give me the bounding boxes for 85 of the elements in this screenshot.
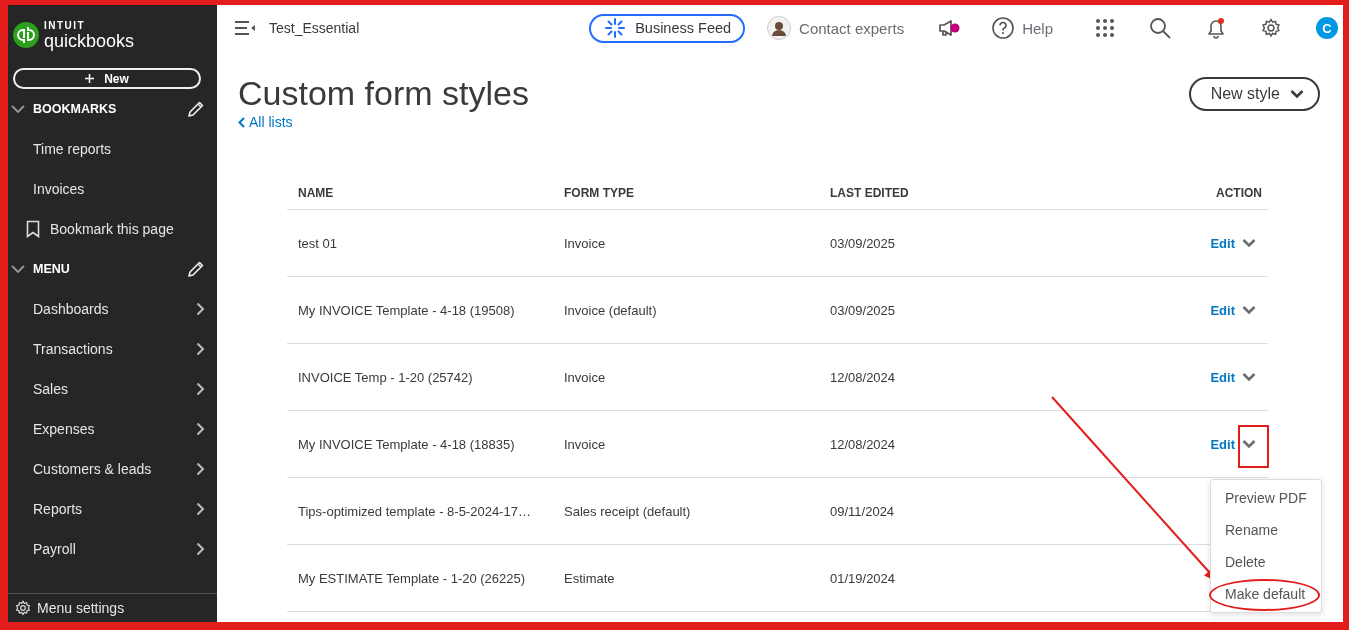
sidebar-item[interactable]: Time reports (8, 129, 217, 169)
sidebar-item[interactable]: Reports (8, 489, 217, 529)
column-header: FORM TYPE (564, 186, 635, 200)
chevron-right-icon (196, 342, 205, 356)
table-cell-text: Invoice (564, 235, 607, 251)
logo-icon (13, 22, 39, 48)
chevron-left-icon (238, 116, 245, 128)
sidebar-item[interactable]: Sales (8, 369, 217, 409)
menu-icon[interactable] (235, 21, 255, 35)
chevron-right-icon (196, 542, 205, 556)
help-icon (992, 17, 1015, 39)
new-button[interactable]: New (13, 68, 201, 89)
sidebar-item[interactable]: Customers & leads (8, 449, 217, 489)
table-cell-text: My ESTIMATE Template - 1-20 (26225) (298, 570, 527, 586)
sidebar-item[interactable]: Dashboards (8, 289, 217, 329)
table-cell-text: 03/09/2025 (830, 235, 897, 251)
table-cell-text: Invoice (default) (564, 302, 658, 318)
megaphone-icon[interactable] (938, 19, 961, 37)
chevron-right-icon (196, 502, 205, 516)
sidebar-item[interactable]: Transactions (8, 329, 217, 369)
table-cell-text: INVOICE Temp - 1-20 (25742) (298, 369, 474, 385)
table-cell-text: 12/08/2024 (830, 369, 897, 385)
gear-icon (15, 600, 31, 616)
edit-link[interactable]: Edit (1210, 436, 1235, 452)
chevron-right-icon (196, 382, 205, 396)
menu-item[interactable]: Rename (1211, 514, 1321, 546)
plus-icon (85, 74, 95, 83)
table-cell-text: My INVOICE Template - 4-18 (19508) (298, 302, 516, 318)
chevron-right-icon (196, 302, 205, 316)
chevron-down-icon (1290, 89, 1304, 99)
column-header: ACTION (1215, 186, 1262, 200)
brand-name: INTUIT (44, 20, 87, 31)
table-cell-text: Sales receipt (default) (564, 503, 692, 519)
menu-settings-link[interactable]: Menu settings (37, 600, 125, 616)
table-cell-text: 01/19/2024 (830, 570, 897, 586)
bookmark-icon (26, 220, 40, 238)
sidebar-item[interactable]: Payroll (8, 529, 217, 569)
settings-icon[interactable] (1261, 18, 1281, 38)
chevron-icon (11, 104, 25, 114)
page-title: Custom form styles (238, 73, 529, 113)
menu-item[interactable]: Preview PDF (1211, 482, 1321, 514)
chevron-down-icon[interactable] (1242, 439, 1256, 449)
chevron-icon (11, 264, 25, 274)
pencil-icon[interactable] (187, 260, 205, 278)
table-cell-text: Invoice (564, 436, 607, 452)
menu-item[interactable]: Delete (1211, 546, 1321, 578)
section-toggle[interactable]: BOOKMARKS (11, 102, 117, 116)
table-cell-text: My INVOICE Template - 4-18 (18835) (298, 436, 516, 452)
column-header: NAME (298, 186, 335, 200)
edit-link[interactable]: Edit (1210, 302, 1235, 318)
company-name: Test_Essential (269, 20, 360, 36)
business-feed-button[interactable]: Business Feed (589, 13, 746, 43)
table-cell-text: 12/08/2024 (830, 436, 897, 452)
sidebar-item[interactable]: Expenses (8, 409, 217, 449)
avatar-icon (767, 16, 792, 40)
sidebar-item[interactable]: Invoices (8, 169, 217, 209)
chevron-right-icon (196, 462, 205, 476)
chevron-down-icon[interactable] (1242, 372, 1256, 382)
table-cell-text: Estimate (564, 570, 616, 586)
section-title: MENU (33, 262, 70, 276)
table-cell-text: Invoice (564, 369, 607, 385)
table-cell-text: 09/11/2024 (830, 503, 896, 519)
menu-item[interactable]: Make default (1211, 578, 1321, 610)
sparkle-icon (605, 18, 626, 38)
chevron-down-icon[interactable] (1242, 305, 1256, 315)
section-toggle[interactable]: MENU (11, 262, 70, 276)
help-link[interactable]: Help (1022, 19, 1053, 37)
new-style-button[interactable]: New style (1188, 77, 1320, 111)
all-lists-link[interactable]: All lists (238, 113, 529, 131)
table-cell-text: 03/09/2025 (830, 302, 897, 318)
apps-grid-icon[interactable] (1096, 19, 1114, 37)
table-cell-text: test 01 (298, 235, 339, 251)
contact-experts-link[interactable]: Contact experts (799, 19, 905, 37)
product-name: quickbooks (44, 31, 135, 50)
pencil-icon[interactable] (187, 100, 205, 118)
search-icon[interactable] (1149, 17, 1171, 39)
table-cell-text: Tips-optimized template - 8-5-2024-17… (298, 503, 532, 519)
edit-link[interactable]: Edit (1210, 235, 1235, 251)
bell-icon[interactable] (1205, 17, 1227, 39)
section-title: BOOKMARKS (33, 102, 117, 116)
edit-link[interactable]: Edit (1210, 369, 1235, 385)
chevron-right-icon (196, 422, 205, 436)
sidebar-item[interactable]: Bookmark this page (8, 209, 217, 249)
column-header: LAST EDITED (830, 186, 910, 200)
chevron-down-icon[interactable] (1242, 238, 1256, 248)
